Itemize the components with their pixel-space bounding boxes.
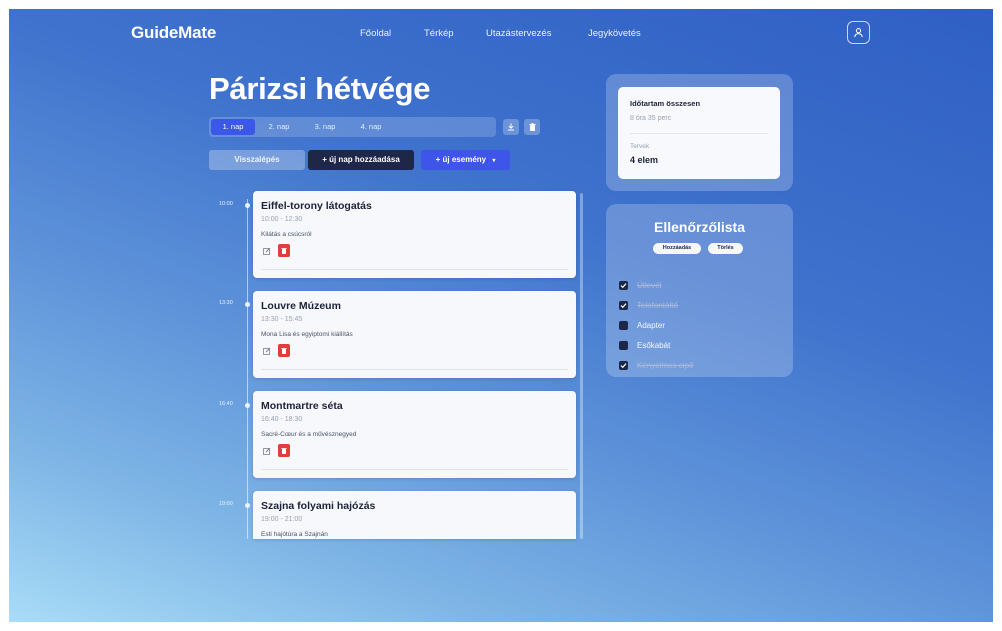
event-card[interactable]: Louvre Múzeum 13:30 - 15:45 Mona Lisa és…: [253, 291, 576, 378]
event-title: Szajna folyami hajózás: [261, 500, 376, 512]
checklist-item-label: Kényelmes cipő: [637, 361, 694, 370]
timeline-dot: [245, 403, 250, 408]
event-card[interactable]: Montmartre séta 16:40 - 18:30 Sacré-Cœur…: [253, 391, 576, 478]
event-title: Montmartre séta: [261, 400, 343, 412]
event-time-range: 13:30 - 15:45: [261, 316, 303, 323]
timeline-dot: [245, 203, 250, 208]
trash-icon: [528, 123, 536, 131]
download-button[interactable]: [503, 119, 519, 135]
event-description: Kilátás a csúcsról: [261, 231, 312, 238]
event-card[interactable]: Szajna folyami hajózás 19:00 - 21:00 Est…: [253, 491, 576, 539]
card-divider: [261, 269, 568, 270]
checklist-item-label: Adapter: [637, 321, 666, 330]
timeline-scrollbar[interactable]: [580, 193, 583, 539]
tab-day-3[interactable]: 3. nap: [304, 119, 346, 135]
add-day-button[interactable]: + új nap hozzáadása: [308, 150, 414, 170]
summary-panel: Időtartam összesen 8 óra 35 perc Tervek …: [606, 74, 793, 191]
plans-value: 4 elem: [630, 155, 659, 165]
duration-label: Időtartam összesen: [630, 99, 701, 108]
event-time-range: 16:40 - 18:30: [261, 416, 303, 423]
card-divider: [261, 469, 568, 470]
nav-map[interactable]: Térkép: [424, 28, 454, 39]
timeline-time: 19:00: [219, 501, 233, 507]
check-icon: [620, 283, 627, 289]
app-frame: GuideMate Főoldal Térkép Utazástervezés …: [9, 9, 993, 622]
checklist-add-button[interactable]: Hozzáadás: [653, 243, 701, 254]
app-logo[interactable]: GuideMate: [131, 23, 216, 43]
tab-day-4[interactable]: 4. nap: [350, 119, 392, 135]
timeline-line: [247, 199, 248, 539]
timeline-dot: [245, 503, 250, 508]
event-time-range: 10:00 - 12:30: [261, 216, 303, 223]
event-description: Esti hajótúra a Szajnán: [261, 531, 328, 538]
check-icon: [620, 363, 627, 369]
edit-icon[interactable]: [262, 446, 272, 456]
timeline-dot: [245, 302, 250, 307]
edit-icon[interactable]: [262, 246, 272, 256]
user-profile-button[interactable]: [847, 21, 870, 44]
card-divider: [261, 369, 568, 370]
event-card[interactable]: Eiffel-torony látogatás 10:00 - 12:30 Ki…: [253, 191, 576, 278]
delete-day-button[interactable]: [524, 119, 540, 135]
event-title: Louvre Múzeum: [261, 300, 341, 312]
timeline-time: 16:40: [219, 401, 233, 407]
checklist-title: Ellenőrzőlista: [653, 219, 746, 235]
day-tabs: 1. nap 2. nap 3. nap 4. nap: [209, 117, 496, 137]
trash-icon: [281, 248, 287, 254]
checklist-delete-button[interactable]: Törlés: [708, 243, 743, 254]
check-icon: [620, 303, 627, 309]
checklist-panel: Ellenőrzőlista Hozzáadás Törlés Útlevél …: [606, 204, 793, 377]
nav-trip-planning[interactable]: Utazástervezés: [486, 28, 551, 39]
event-title: Eiffel-torony látogatás: [261, 200, 372, 212]
checklist-item-label: Útlevél: [637, 281, 662, 290]
checklist-checkbox[interactable]: [619, 281, 628, 290]
checklist-checkbox[interactable]: [619, 301, 628, 310]
summary-divider: [630, 133, 768, 134]
plans-label: Tervek: [630, 143, 650, 150]
event-time-range: 19:00 - 21:00: [261, 516, 303, 523]
checklist-checkbox[interactable]: [619, 361, 628, 370]
tab-day-2[interactable]: 2. nap: [258, 119, 300, 135]
delete-event-button[interactable]: [278, 344, 290, 357]
add-event-label: + új esemény: [435, 155, 487, 164]
delete-event-button[interactable]: [278, 444, 290, 457]
trash-icon: [281, 348, 287, 354]
nav-home[interactable]: Főoldal: [360, 28, 391, 39]
chevron-down-icon: ▾: [492, 158, 496, 164]
event-description: Sacré-Cœur és a művésznegyed: [261, 431, 357, 438]
checklist-item-label: Telefontöltő: [637, 301, 678, 310]
download-icon: [508, 123, 514, 131]
tab-day-1[interactable]: 1. nap: [211, 119, 255, 135]
nav-ticket-tracking[interactable]: Jegykövetés: [588, 28, 641, 39]
edit-icon[interactable]: [262, 346, 272, 356]
add-event-button[interactable]: + új esemény ▾: [421, 150, 510, 170]
summary-card: Időtartam összesen 8 óra 35 perc Tervek …: [618, 87, 780, 179]
delete-event-button[interactable]: [278, 244, 290, 257]
duration-value: 8 óra 35 perc: [630, 115, 672, 122]
back-button[interactable]: Visszalépés: [209, 150, 305, 170]
checklist-item-label: Esőkabát: [637, 341, 671, 350]
event-description: Mona Lisa és egyiptomi kiállítás: [261, 331, 353, 338]
user-icon: [854, 28, 863, 38]
page-title: Párizsi hétvége: [209, 71, 431, 106]
checklist-checkbox[interactable]: [619, 321, 628, 330]
timeline-time: 10:00: [219, 201, 233, 207]
checklist-checkbox[interactable]: [619, 341, 628, 350]
timeline-time: 13:30: [219, 300, 233, 306]
trash-icon: [281, 448, 287, 454]
